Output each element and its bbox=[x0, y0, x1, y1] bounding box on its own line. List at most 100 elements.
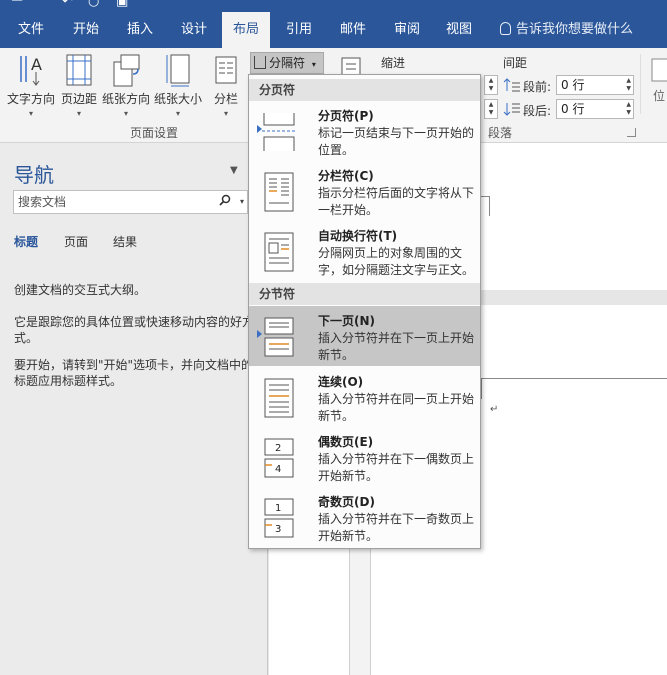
size-button[interactable]: 纸张大小 ▾ bbox=[152, 52, 204, 118]
nav-help-text-2a: 它是跟踪您的具体位置或快速移动内容的好方 bbox=[14, 315, 255, 329]
nav-pane-title: 导航 bbox=[14, 163, 54, 187]
title-bar: ▀ ↶ ○ ▣ bbox=[0, 0, 667, 12]
space-after-input[interactable]: 0 行 ▲ ▼ bbox=[556, 99, 634, 119]
chevron-down-icon: ▾ bbox=[311, 60, 316, 69]
page-breaks-section-header: 分页符 bbox=[249, 79, 480, 101]
continuous-description: 插入分节符并在同一页上开始新节。 bbox=[318, 392, 475, 423]
tab-review[interactable]: 审阅 bbox=[384, 12, 430, 48]
spacing-label: 间距 bbox=[503, 56, 528, 70]
next-page-icon bbox=[264, 317, 294, 357]
menu-item-column-break[interactable]: 分栏符(C) 指示分栏符后面的文字将从下一栏开始。 bbox=[249, 161, 480, 221]
size-label: 纸张大小 bbox=[153, 92, 202, 106]
odd-page-icon: 1 3 bbox=[264, 498, 294, 538]
page-setup-group-label: 页面设置 bbox=[130, 126, 179, 140]
nav-search-placeholder: 搜索文档 bbox=[18, 195, 67, 209]
navigation-pane: 导航 ▼ 搜索文档 ▾ 标题 页面 结果 创建文档的交互式大纲。 它是跟踪您的具… bbox=[0, 143, 268, 675]
menu-item-odd-page[interactable]: 1 3 奇数页(D) 插入分节符并在下一奇数页上开始新节。 bbox=[249, 487, 480, 547]
text-wrapping-icon bbox=[264, 232, 294, 272]
tab-layout[interactable]: 布局 bbox=[222, 12, 270, 48]
column-break-description: 指示分栏符后面的文字将从下一栏开始。 bbox=[318, 186, 475, 217]
menu-item-next-page[interactable]: 下一页(N) 插入分节符并在下一页上开始新节。 bbox=[249, 306, 480, 366]
ribbon-tab-bar: 文件 开始 插入 设计 布局 引用 邮件 审阅 视图 告诉我你想要做什么 bbox=[0, 12, 667, 48]
breaks-button[interactable]: 分隔符 ▾ bbox=[250, 52, 324, 74]
tab-mailings[interactable]: 邮件 bbox=[330, 12, 376, 48]
breaks-dropdown-menu: 分页符 分页符(P) 标记一页结束与下一页开始的位置。 分栏符(C) 指示分栏符… bbox=[248, 74, 481, 549]
columns-button[interactable]: 分栏 ▾ bbox=[208, 52, 244, 118]
text-direction-icon: A bbox=[16, 52, 46, 88]
search-dropdown-icon[interactable]: ▾ bbox=[240, 191, 244, 213]
tab-design[interactable]: 设计 bbox=[170, 12, 218, 48]
orientation-button[interactable]: 纸张方向 ▾ bbox=[100, 52, 152, 118]
save-icon[interactable]: ▀ bbox=[12, 0, 22, 9]
next-page-title: 下一页(N) bbox=[318, 314, 376, 328]
space-after-value: 0 行 bbox=[561, 102, 585, 116]
spinner-arrows-icon[interactable]: ▲ ▼ bbox=[626, 101, 631, 117]
svg-text:4: 4 bbox=[275, 464, 281, 475]
page-break-icon bbox=[262, 113, 296, 151]
menu-item-page-break[interactable]: 分页符(P) 标记一页结束与下一页开始的位置。 bbox=[249, 101, 480, 161]
tab-home[interactable]: 开始 bbox=[62, 12, 110, 48]
margins-icon bbox=[64, 52, 94, 88]
undo-icon[interactable]: ↶ bbox=[62, 0, 73, 9]
continuous-icon bbox=[264, 378, 294, 418]
tell-me-text: 告诉我你想要做什么 bbox=[516, 22, 634, 37]
breaks-icon bbox=[254, 56, 266, 69]
menu-item-continuous[interactable]: 连续(O) 插入分节符并在同一页上开始新节。 bbox=[249, 367, 480, 427]
paragraph-mark-icon: ↵ bbox=[490, 404, 499, 415]
columns-label: 分栏 bbox=[213, 92, 238, 106]
nav-tab-pages[interactable]: 页面 bbox=[64, 233, 88, 250]
lightbulb-icon bbox=[500, 22, 511, 35]
print-preview-icon[interactable]: ▣ bbox=[116, 0, 128, 9]
chevron-down-icon: ▾ bbox=[28, 109, 33, 118]
column-break-icon bbox=[264, 172, 294, 212]
page-corner-mark bbox=[481, 196, 490, 216]
redo-icon[interactable]: ○ bbox=[88, 0, 99, 9]
position-button[interactable]: 位 bbox=[640, 54, 667, 114]
page-break-title: 分页符(P) bbox=[318, 109, 374, 123]
margins-button[interactable]: 页边距 ▾ bbox=[58, 52, 100, 118]
breaks-label: 分隔符 bbox=[269, 56, 306, 70]
paragraph-group-label: 段落 bbox=[488, 126, 513, 140]
tab-references[interactable]: 引用 bbox=[276, 12, 322, 48]
svg-text:3: 3 bbox=[275, 524, 281, 535]
nav-options-chevron-icon[interactable]: ▼ bbox=[230, 165, 238, 176]
position-icon bbox=[651, 58, 667, 82]
chevron-down-icon: ▾ bbox=[76, 109, 81, 118]
menu-item-text-wrapping[interactable]: 自动换行符(T) 分隔网页上的对象周围的文字，如分隔题注文字与正文。 bbox=[249, 221, 480, 283]
nav-tab-headings[interactable]: 标题 bbox=[14, 233, 38, 250]
orientation-label: 纸张方向 bbox=[101, 92, 150, 106]
odd-page-description: 插入分节符并在下一奇数页上开始新节。 bbox=[318, 512, 475, 543]
columns-icon bbox=[211, 52, 241, 88]
space-after-icon bbox=[503, 101, 521, 117]
nav-help-text-2b: 式。 bbox=[14, 331, 39, 345]
space-before-input[interactable]: 0 行 ▲ ▼ bbox=[556, 75, 634, 95]
tab-view[interactable]: 视图 bbox=[436, 12, 482, 48]
indent-right-spinner[interactable]: ▲ ▼ bbox=[484, 99, 498, 119]
indent-label: 缩进 bbox=[381, 56, 406, 70]
svg-text:2: 2 bbox=[275, 443, 281, 454]
svg-text:1: 1 bbox=[275, 503, 281, 514]
menu-item-even-page[interactable]: 2 4 偶数页(E) 插入分节符并在下一偶数页上开始新节。 bbox=[249, 427, 480, 487]
text-direction-button[interactable]: A 文字方向 ▾ bbox=[6, 52, 56, 118]
tab-file[interactable]: 文件 bbox=[8, 12, 54, 48]
spinner-arrows-icon[interactable]: ▲ ▼ bbox=[626, 77, 631, 93]
even-page-title: 偶数页(E) bbox=[318, 435, 374, 449]
margins-label: 页边距 bbox=[60, 92, 97, 106]
even-page-icon: 2 4 bbox=[264, 438, 294, 478]
position-label: 位 bbox=[653, 89, 666, 103]
tell-me-box[interactable]: 告诉我你想要做什么 bbox=[500, 12, 633, 48]
nav-search-input[interactable]: 搜索文档 ▾ bbox=[13, 190, 248, 214]
nav-help-text-3a: 要开始，请转到"开始"选项卡，并向文档中的 bbox=[14, 358, 254, 372]
space-before-icon bbox=[503, 77, 521, 93]
tab-insert[interactable]: 插入 bbox=[116, 12, 164, 48]
chevron-down-icon: ▾ bbox=[223, 109, 228, 118]
nav-tab-results[interactable]: 结果 bbox=[113, 233, 137, 250]
section-corner-mark bbox=[481, 378, 667, 399]
paragraph-dialog-launcher-icon[interactable] bbox=[627, 128, 636, 137]
nav-help-text-3b: 标题应用标题样式。 bbox=[14, 374, 123, 388]
paper-size-icon bbox=[163, 52, 193, 88]
text-direction-label: 文字方向 bbox=[6, 92, 55, 106]
space-before-value: 0 行 bbox=[561, 78, 585, 92]
indent-left-spinner[interactable]: ▲ ▼ bbox=[484, 75, 498, 95]
search-icon[interactable] bbox=[219, 194, 231, 206]
